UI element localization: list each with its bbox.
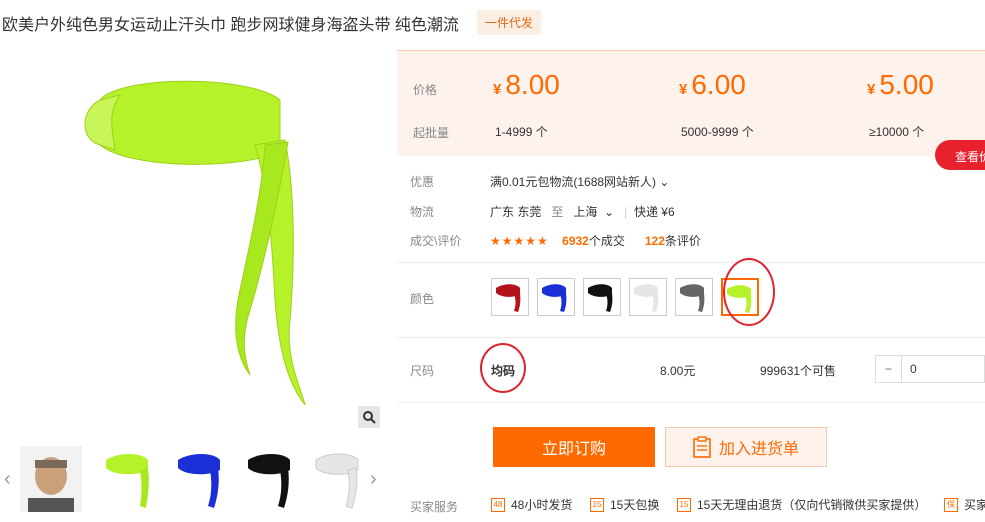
highlight-circle	[723, 258, 775, 326]
minus-button[interactable]: −	[876, 356, 902, 382]
dropship-badge[interactable]: 一件代发	[476, 10, 541, 35]
highlight-circle	[480, 343, 526, 393]
price-panel: 价格 起批量 ¥8.00 1-4999 个 ¥6.00 5000-9999 个 …	[397, 50, 985, 156]
return-15-icon: 15	[677, 497, 691, 512]
color-swatch-red[interactable]	[491, 278, 529, 316]
divider	[397, 337, 985, 338]
add-to-cart-button[interactable]: 加入进货单	[665, 427, 827, 467]
thumbnail-green[interactable]	[98, 446, 160, 512]
service-return: 15 15天无理由退货（仅向代销微供买家提供）	[677, 496, 926, 513]
ship-to-select[interactable]: 上海 ⌄	[573, 205, 614, 219]
color-swatch-blue[interactable]	[537, 278, 575, 316]
color-label: 颜色	[410, 292, 435, 306]
rating-stars: ★★★★★	[490, 234, 549, 248]
range-tier-1: 1-4999 个	[495, 125, 548, 139]
thumbnail-strip: ‹ ›	[0, 446, 390, 516]
stock-count: 999631个可售	[760, 364, 837, 378]
price-label: 价格	[413, 83, 438, 97]
color-swatch-white[interactable]	[629, 278, 667, 316]
shipping-row: 物流 广东 东莞 至 上海 ⌄ | 快递 ¥6	[410, 205, 675, 219]
view-price-button[interactable]: 查看价	[935, 140, 985, 170]
thumbnail-white[interactable]	[308, 446, 370, 512]
shipping-48h-icon: 48	[491, 497, 505, 512]
promo-value[interactable]: 满0.01元包物流(1688网站新人) ⌄	[490, 173, 669, 190]
product-title: 欧美户外纯色男女运动止汗头巾 跑步网球健身海盗头带 纯色潮流	[2, 16, 459, 34]
range-tier-2: 5000-9999 个	[681, 125, 754, 139]
service-guarantee: 保买家	[944, 496, 985, 513]
thumbs-prev-arrow-icon[interactable]: ‹	[4, 468, 11, 491]
price-tier-2: ¥6.00	[679, 69, 746, 100]
thumbs-next-arrow-icon[interactable]: ›	[370, 468, 377, 491]
thumbnail-black[interactable]	[240, 446, 302, 512]
color-swatch-gray[interactable]	[675, 278, 713, 316]
magnifier-icon	[363, 411, 376, 424]
services-label: 买家服务	[410, 500, 459, 514]
price-tier-1: ¥8.00	[493, 69, 560, 100]
thumbnail-model[interactable]	[20, 446, 82, 512]
deal-row: 成交\评价 ★★★★★ 6932个成交 122条评价	[410, 234, 701, 248]
guarantee-icon: 保	[944, 497, 958, 512]
service-exchange: 15 15天包换	[590, 496, 659, 513]
size-price: 8.00元	[660, 364, 696, 378]
zoom-button[interactable]	[358, 406, 380, 428]
exchange-15-icon: 15	[590, 497, 604, 512]
divider	[397, 262, 985, 263]
moq-label: 起批量	[413, 126, 450, 140]
quantity-input[interactable]	[902, 356, 972, 382]
shipping-value: 广东 东莞 至 上海 ⌄ | 快递 ¥6	[490, 205, 675, 219]
color-swatch-black[interactable]	[583, 278, 621, 316]
clipboard-icon	[693, 436, 711, 458]
order-now-button[interactable]: 立即订购	[493, 427, 655, 467]
chevron-down-icon: ⌄	[659, 175, 670, 189]
service-48h: 48 48小时发货	[491, 496, 572, 513]
divider	[397, 402, 985, 403]
main-product-image[interactable]	[40, 60, 380, 430]
chevron-down-icon: ⌄	[604, 205, 615, 219]
promo-row: 优惠 满0.01元包物流(1688网站新人) ⌄	[410, 175, 670, 189]
title-row: 欧美户外纯色男女运动止汗头巾 跑步网球健身海盗头带 纯色潮流 一件代发	[2, 10, 541, 35]
range-tier-3: ≥10000 个	[869, 125, 925, 139]
size-label: 尺码	[410, 364, 435, 378]
thumbnail-blue[interactable]	[170, 446, 232, 512]
price-tier-3: ¥5.00	[867, 69, 934, 100]
quantity-stepper: −	[875, 355, 985, 383]
